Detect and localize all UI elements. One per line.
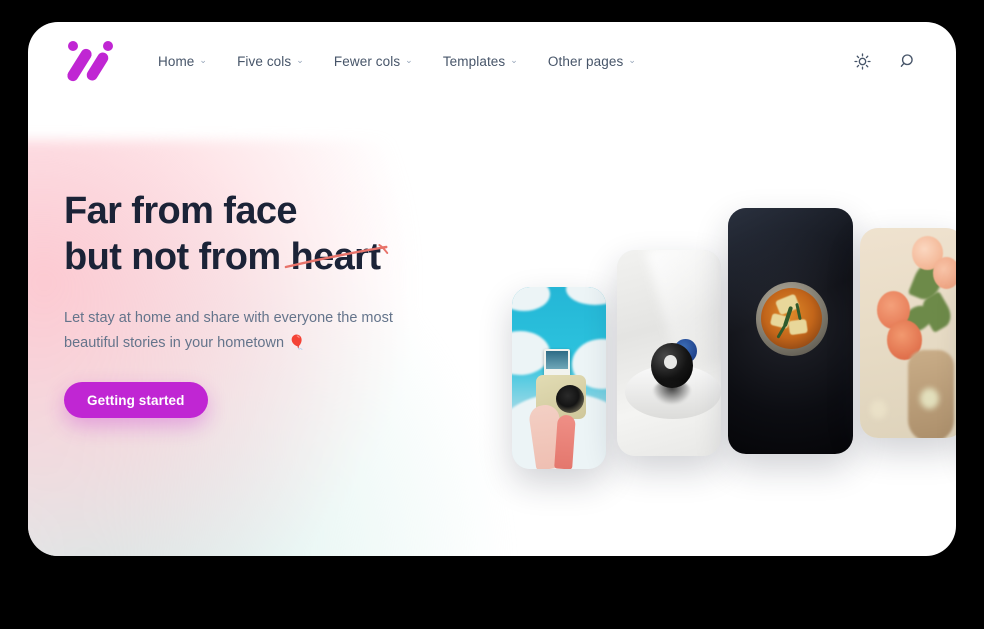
chevron-down-icon: ⌄: [199, 54, 208, 65]
instant-photo-print: [544, 349, 570, 377]
search-icon: [900, 53, 913, 67]
gallery-card-soup[interactable]: [728, 208, 853, 454]
hero-title-highlight-text: heart: [290, 236, 381, 278]
hero-title-line-2-prefix: but not from: [64, 236, 291, 278]
chevron-down-icon: ⌄: [296, 54, 304, 65]
bokeh-light: [920, 387, 940, 409]
chevron-down-icon: ⌄: [405, 54, 413, 65]
search-button[interactable]: [896, 49, 920, 73]
nav-item-label: Five cols: [237, 53, 292, 69]
roses-photo-art: [860, 228, 956, 438]
bokeh-light: [870, 400, 888, 420]
food-chunk: [788, 318, 809, 335]
nav-item-label: Home: [158, 53, 195, 69]
nav-item-label: Templates: [442, 53, 506, 69]
hero-section: Far from face but not from heart Let sta…: [28, 100, 956, 556]
nav-item-label: Fewer cols: [333, 53, 401, 69]
balloon-icon: 🎈: [288, 334, 306, 350]
nav-item-home[interactable]: Home ⌄: [158, 54, 207, 69]
site-header: Home ⌄ Five cols ⌄ Fewer cols ⌄ Template…: [28, 22, 956, 100]
gallery-card-camera[interactable]: [512, 287, 606, 469]
hero-subtitle-line-2: beautiful stories in your hometown: [64, 335, 289, 351]
soup-photo-art: [728, 208, 853, 454]
brand-logo[interactable]: [64, 41, 120, 84]
rose-bloom: [932, 257, 956, 289]
browser-window-frame: Home ⌄ Five cols ⌄ Fewer cols ⌄ Template…: [28, 22, 956, 556]
hero-title: Far from face but not from heart: [64, 188, 484, 280]
sun-icon: [853, 52, 871, 70]
logo-dot-left: [68, 41, 78, 51]
camera-lens: [556, 385, 584, 413]
nav-item-fewer-cols[interactable]: Fewer cols ⌄: [334, 54, 413, 69]
getting-started-button[interactable]: Getting started: [64, 382, 208, 418]
nav-item-label: Other pages: [547, 53, 624, 69]
herb-leaf: [794, 302, 802, 321]
hero-gallery: [483, 100, 956, 556]
header-actions: [850, 49, 920, 73]
hero-subtitle: Let stay at home and share with everyone…: [64, 306, 434, 355]
nav-item-templates[interactable]: Templates ⌄: [443, 54, 518, 69]
hero-subtitle-line-1: Let stay at home and share with everyone…: [64, 310, 393, 326]
hand-shape: [554, 414, 576, 469]
gallery-card-roses[interactable]: [860, 228, 956, 438]
main-navigation: Home ⌄ Five cols ⌄ Fewer cols ⌄ Template…: [158, 54, 850, 69]
chevron-down-icon: ⌄: [510, 54, 518, 65]
gallery-card-sphere[interactable]: [617, 250, 721, 456]
camera-photo-art: [512, 287, 606, 469]
sphere-photo-art: [617, 250, 721, 456]
chevron-down-icon: ⌄: [628, 54, 636, 65]
theme-toggle-button[interactable]: [850, 49, 874, 73]
hero-title-line-2: but not from heart: [64, 234, 484, 280]
hero-title-highlight-word: heart: [285, 234, 389, 280]
nav-item-five-cols[interactable]: Five cols ⌄: [237, 54, 304, 69]
nav-item-other-pages[interactable]: Other pages ⌄: [548, 54, 636, 69]
logo-dot-right: [103, 41, 113, 51]
hero-copy: Far from face but not from heart Let sta…: [64, 188, 484, 418]
hero-title-line-1: Far from face: [64, 190, 298, 232]
sphere-reflection: [653, 379, 691, 405]
